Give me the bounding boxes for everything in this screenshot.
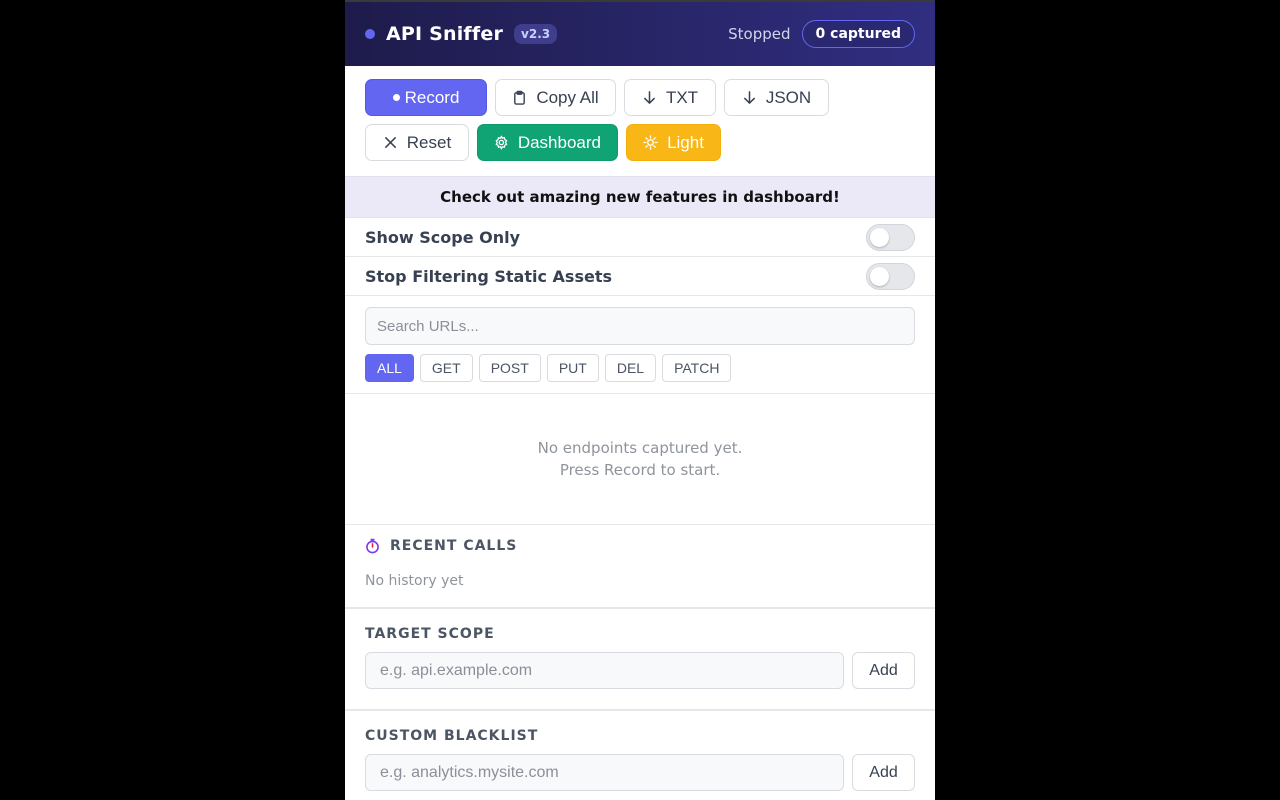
- extension-panel: API Sniffer v2.3 Stopped 0 captured Reco…: [345, 0, 935, 800]
- filter-post[interactable]: POST: [478, 354, 541, 382]
- filter-patch[interactable]: PATCH: [662, 354, 732, 382]
- scope-only-toggle[interactable]: [866, 223, 915, 251]
- gear-icon: [495, 135, 508, 150]
- arrow-down-icon: [644, 91, 655, 104]
- download-json-button[interactable]: JSON: [724, 79, 829, 116]
- empty-state: No endpoints captured yet. Press Record …: [345, 394, 935, 525]
- filter-get[interactable]: GET: [419, 354, 473, 382]
- static-assets-label: Stop Filtering Static Assets: [365, 266, 612, 286]
- target-scope-section: TARGET SCOPE Add: [345, 609, 935, 711]
- custom-blacklist-section: CUSTOM BLACKLIST Add: [345, 711, 935, 800]
- recent-calls-title: RECENT CALLS: [390, 538, 518, 554]
- target-scope-heading: TARGET SCOPE: [365, 626, 495, 642]
- app-title: API Sniffer: [386, 23, 504, 45]
- custom-blacklist-heading: CUSTOM BLACKLIST: [365, 728, 539, 744]
- scope-only-toggle-row: Show Scope Only: [345, 218, 935, 257]
- recent-calls-heading: RECENT CALLS: [365, 538, 915, 554]
- search-section: ALL GET POST PUT DEL PATCH: [345, 296, 935, 394]
- clipboard-icon: [514, 90, 526, 105]
- download-txt-button[interactable]: TXT: [624, 79, 716, 116]
- json-label: JSON: [765, 87, 812, 107]
- reset-button[interactable]: Reset: [365, 124, 469, 161]
- txt-label: TXT: [665, 87, 699, 107]
- add-blacklist-button[interactable]: Add: [852, 754, 915, 791]
- light-label: Light: [667, 132, 704, 152]
- custom-blacklist-input[interactable]: [365, 754, 844, 791]
- stopwatch-icon: [366, 538, 379, 554]
- target-scope-row: Add: [365, 652, 915, 689]
- close-icon: [384, 137, 396, 148]
- toggle-knob: [870, 227, 889, 247]
- arrow-down-icon: [743, 91, 755, 104]
- filter-put[interactable]: PUT: [546, 354, 599, 382]
- static-assets-toggle-row: Stop Filtering Static Assets: [345, 257, 935, 296]
- empty-state-line2: Press Record to start.: [559, 461, 721, 479]
- reset-label: Reset: [406, 132, 452, 152]
- dashboard-label: Dashboard: [517, 132, 601, 152]
- sun-icon: [643, 135, 658, 150]
- toggle-knob: [870, 266, 889, 286]
- copy-all-label: Copy All: [536, 87, 599, 107]
- method-filters: ALL GET POST PUT DEL PATCH: [365, 354, 915, 382]
- toolbar: Record Copy All TXT JSON Reset Dashboard…: [345, 66, 935, 176]
- add-scope-button[interactable]: Add: [852, 652, 915, 689]
- record-dot-icon: [392, 94, 400, 101]
- captured-count-badge: 0 captured: [801, 20, 915, 48]
- header: API Sniffer v2.3 Stopped 0 captured: [345, 0, 935, 66]
- header-status: Stopped 0 captured: [728, 20, 915, 48]
- version-badge: v2.3: [514, 24, 558, 44]
- custom-blacklist-row: Add: [365, 754, 915, 791]
- status-dot: [365, 29, 375, 39]
- status-text: Stopped: [728, 25, 791, 43]
- record-label: Record: [404, 87, 460, 107]
- target-scope-input[interactable]: [365, 652, 844, 689]
- copy-all-button[interactable]: Copy All: [495, 79, 616, 116]
- filter-all[interactable]: ALL: [365, 354, 414, 382]
- history-empty-text: No history yet: [365, 573, 464, 589]
- dashboard-button[interactable]: Dashboard: [477, 124, 618, 161]
- empty-state-line1: No endpoints captured yet.: [537, 439, 743, 457]
- filter-del[interactable]: DEL: [604, 354, 657, 382]
- search-input[interactable]: [365, 307, 915, 345]
- scope-only-label: Show Scope Only: [365, 227, 521, 247]
- static-assets-toggle[interactable]: [866, 262, 915, 290]
- light-theme-button[interactable]: Light: [626, 124, 721, 161]
- recent-calls-section: RECENT CALLS No history yet: [345, 525, 935, 609]
- feature-banner[interactable]: Check out amazing new features in dashbo…: [345, 176, 935, 218]
- record-button[interactable]: Record: [365, 79, 487, 116]
